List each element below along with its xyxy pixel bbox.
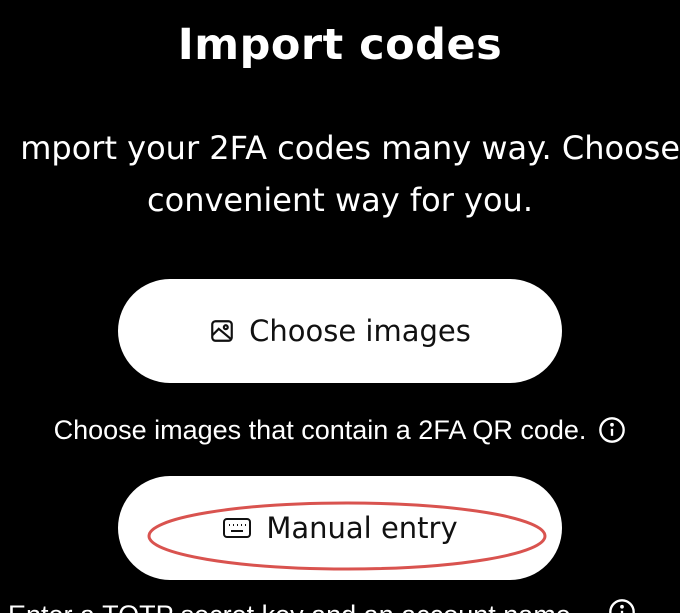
manual-entry-helper: Enter a TOTP secret key and an account n… — [8, 597, 678, 613]
keyboard-icon — [222, 516, 252, 540]
import-codes-panel: Import codes mport your 2FA codes many w… — [0, 0, 680, 613]
page-subtitle: mport your 2FA codes many way. Choose co… — [0, 122, 680, 226]
manual-entry-helper-text: Enter a TOTP secret key and an account n… — [8, 600, 578, 613]
info-icon[interactable] — [598, 416, 626, 444]
choose-images-helper-text: Choose images that contain a 2FA QR code… — [53, 415, 587, 445]
page-title: Import codes — [177, 20, 503, 70]
choose-images-button[interactable]: Choose images — [118, 279, 562, 383]
image-icon — [209, 318, 235, 344]
subtitle-line-2: convenient way for you. — [147, 181, 533, 219]
info-icon[interactable] — [608, 598, 636, 613]
choose-images-helper: Choose images that contain a 2FA QR code… — [0, 412, 680, 448]
manual-entry-label: Manual entry — [266, 511, 458, 545]
manual-entry-button[interactable]: Manual entry — [118, 476, 562, 580]
subtitle-line-1: mport your 2FA codes many way. Choose — [20, 129, 680, 167]
choose-images-label: Choose images — [249, 314, 471, 348]
